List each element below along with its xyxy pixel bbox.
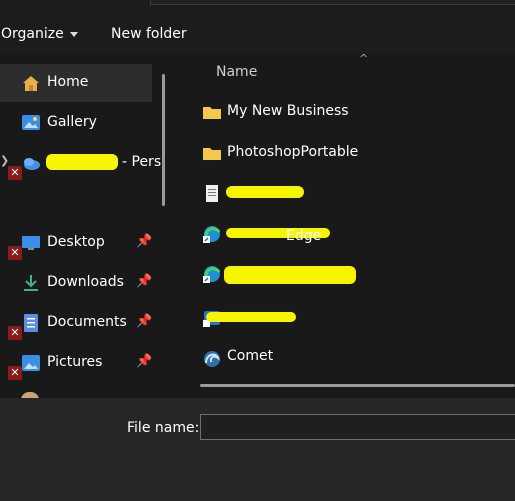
folder-icon [203, 107, 221, 119]
list-item[interactable]: My New Business [176, 95, 515, 131]
nav-scrollbar[interactable] [162, 74, 165, 206]
downloads-icon [24, 275, 38, 291]
file-name: Edge [286, 228, 322, 244]
redaction-mark [224, 266, 356, 284]
desktop-icon [22, 236, 40, 250]
error-badge-icon: ✕ [8, 326, 22, 340]
edge-shortcut-icon [203, 266, 221, 283]
address-bar[interactable] [150, 0, 515, 5]
error-badge-icon: ✕ [8, 366, 22, 380]
pin-icon[interactable]: 📌 [136, 354, 152, 369]
file-name: Comet [227, 348, 274, 364]
sidebar-item-label: - Pers [122, 154, 162, 170]
onedrive-icon [24, 158, 40, 170]
error-badge-icon: ✕ [8, 246, 22, 260]
list-item[interactable] [176, 176, 515, 212]
title-strip [0, 0, 515, 14]
sidebar-item-desktop[interactable]: ✕ Desktop 📌 [0, 224, 152, 262]
pin-icon[interactable]: 📌 [136, 234, 152, 249]
list-item[interactable]: PhotoshopPortable [176, 136, 515, 172]
comet-icon [204, 351, 220, 367]
sidebar-item-pictures[interactable]: ✕ Pictures 📌 [0, 344, 152, 382]
file-name: My New Business [227, 103, 349, 119]
sidebar-item-label: Documents [47, 314, 127, 330]
sidebar-item-downloads[interactable]: Downloads 📌 [0, 264, 152, 302]
list-item[interactable] [176, 300, 515, 336]
pictures-icon [22, 355, 40, 371]
file-list: ^ Name My New Business PhotoshopPortable… [176, 52, 515, 398]
folder-icon [203, 148, 221, 160]
sidebar-item-label: Home [47, 74, 89, 90]
sidebar-item-documents[interactable]: ✕ Documents 📌 [0, 304, 152, 342]
file-name-label: File name: [127, 420, 200, 436]
sidebar-item-label: Desktop [47, 234, 105, 250]
sidebar-item-onedrive[interactable]: ❯ ✕ - Pers [0, 144, 161, 182]
home-icon [23, 76, 39, 91]
list-item[interactable]: Comet [176, 340, 515, 376]
list-item[interactable] [176, 256, 515, 292]
redaction-mark [46, 154, 118, 170]
chevron-right-icon[interactable]: ❯ [0, 154, 9, 167]
sidebar-item-gallery[interactable]: Gallery [0, 104, 152, 142]
pin-icon[interactable]: 📌 [136, 274, 152, 289]
edge-shortcut-icon [203, 226, 221, 243]
sidebar-item-label: Pictures [47, 354, 103, 370]
redaction-mark [206, 312, 296, 322]
save-dialog-footer: File name: [0, 398, 515, 501]
chevron-down-icon [69, 31, 78, 37]
sidebar-item-label: Downloads [47, 274, 124, 290]
navigation-pane: Home Gallery ❯ ✕ - Pers ✕ Desktop 📌 Down… [0, 54, 175, 400]
gallery-icon [22, 115, 40, 130]
pin-icon[interactable]: 📌 [136, 314, 152, 329]
organize-label: Organize [1, 26, 64, 42]
column-header-name[interactable]: Name [216, 64, 257, 80]
organize-button[interactable]: Organize [1, 26, 78, 42]
file-name-input[interactable] [200, 414, 515, 440]
horizontal-scrollbar[interactable] [200, 384, 515, 387]
sidebar-item-label: Gallery [47, 114, 97, 130]
documents-icon [24, 314, 38, 332]
text-file-icon [206, 185, 218, 202]
sidebar-item-home[interactable]: Home [0, 64, 152, 102]
redaction-mark [226, 186, 304, 198]
new-folder-button[interactable]: New folder [111, 26, 187, 42]
command-bar: Organize New folder [0, 14, 515, 54]
sort-ascending-icon: ^ [359, 52, 369, 65]
file-name: PhotoshopPortable [227, 144, 359, 160]
error-badge-icon: ✕ [8, 166, 22, 180]
list-item[interactable]: Edge [176, 216, 515, 252]
